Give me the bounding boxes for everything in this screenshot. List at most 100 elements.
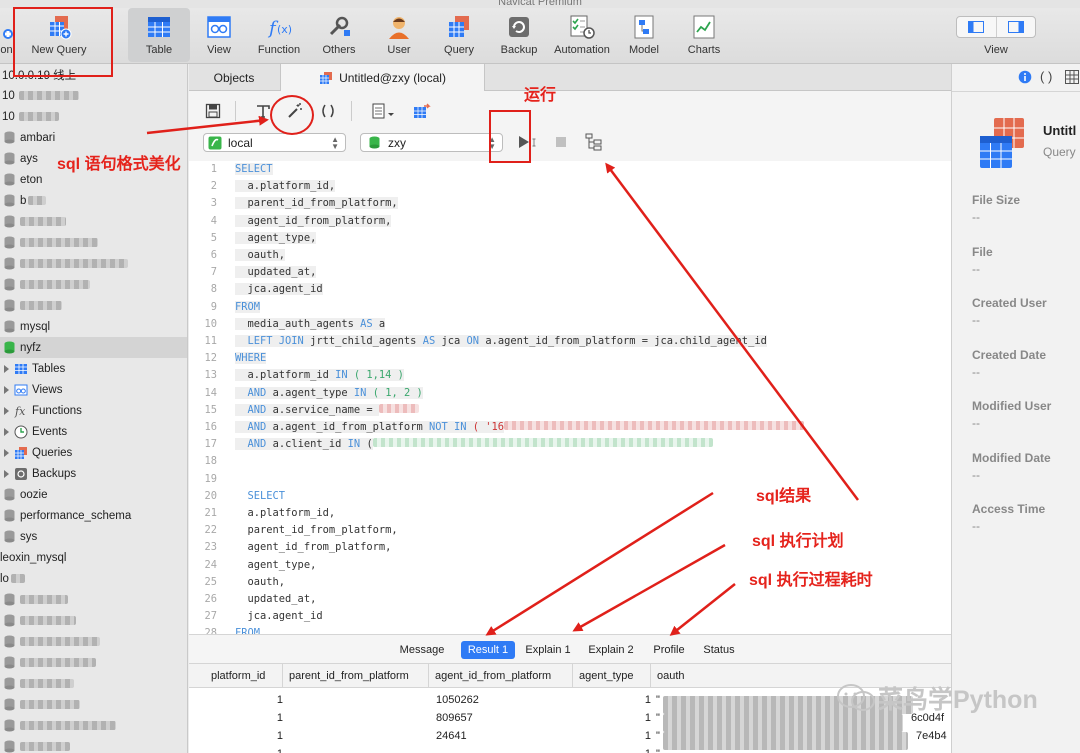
toolbar-backup-button[interactable]: Backup xyxy=(488,12,550,62)
tab-explain-2[interactable]: Explain 2 xyxy=(586,641,636,659)
code-line: 5 agent_type, xyxy=(189,230,951,247)
toolbar-query-button[interactable]: Query xyxy=(428,12,490,62)
toggle-sidebar-left-button[interactable] xyxy=(957,17,997,37)
sql-text: a.agent_id_from_platform = jca.child_age… xyxy=(485,335,767,347)
tree-item-events[interactable]: Events xyxy=(0,421,187,442)
database-item[interactable] xyxy=(0,715,187,736)
toolbar-function-button[interactable]: f (x) Function xyxy=(248,12,310,62)
sql-keyword: SELECT xyxy=(247,489,286,502)
disclosure-triangle-icon[interactable] xyxy=(4,385,9,394)
snippet-menu-button[interactable] xyxy=(369,100,399,122)
connection-item[interactable]: 10 xyxy=(0,106,187,127)
database-item[interactable]: ambari xyxy=(0,127,187,148)
disclosure-triangle-icon[interactable] xyxy=(4,469,9,478)
table-row[interactable]: 1 24641 1 " 7e4b4 xyxy=(189,727,951,750)
tab-explain-1[interactable]: Explain 1 xyxy=(523,641,573,659)
tree-item-functions[interactable]: fx Functions xyxy=(0,400,187,421)
parentheses-button[interactable] xyxy=(317,100,339,122)
code-line: 3 parent_id_from_platform, xyxy=(189,195,951,212)
code-line: 14 AND a.agent_type IN ( 1, 2 ) xyxy=(189,385,951,402)
sql-editor[interactable]: 1 SELECT 2 a.platform_id, 3 parent_id_fro… xyxy=(189,161,951,634)
tree-item-queries[interactable]: Queries xyxy=(0,442,187,463)
info-object-type: Query xyxy=(1043,145,1076,159)
connection-item[interactable]: lo xyxy=(0,568,187,589)
redacted-text xyxy=(20,301,62,310)
tab-query[interactable]: Untitled@zxy (local) xyxy=(280,64,485,91)
database-item[interactable] xyxy=(0,274,187,295)
stop-button[interactable] xyxy=(550,131,572,153)
tab-profile[interactable]: Profile xyxy=(648,641,690,659)
table-row[interactable]: 1 1 " xyxy=(189,745,951,753)
connection-icon xyxy=(3,29,13,39)
database-item[interactable] xyxy=(0,295,187,316)
sql-text: a.agent_type xyxy=(272,386,348,399)
redacted-text xyxy=(28,196,47,205)
tree-item-backups[interactable]: Backups xyxy=(0,463,187,484)
database-item[interactable] xyxy=(0,652,187,673)
database-item[interactable]: sys xyxy=(0,526,187,547)
database-icon xyxy=(4,614,15,627)
database-item[interactable]: oozie xyxy=(0,484,187,505)
disclosure-triangle-icon[interactable] xyxy=(4,364,9,373)
ddl-icon[interactable]: ( ) xyxy=(1040,69,1052,84)
line-number: 4 xyxy=(210,214,217,227)
toolbar-model-button[interactable]: Model xyxy=(613,12,675,62)
functions-icon: fx xyxy=(14,405,26,418)
redacted-text xyxy=(20,595,68,604)
connection-label: leoxin_mysql xyxy=(0,551,67,564)
database-item[interactable] xyxy=(0,610,187,631)
toolbar-user-button[interactable]: User xyxy=(368,12,430,62)
connection-item[interactable]: leoxin_mysql xyxy=(0,547,187,568)
export-button[interactable] xyxy=(411,100,433,122)
tab-result-1[interactable]: Result 1 xyxy=(461,641,515,659)
tab-status[interactable]: Status xyxy=(700,641,738,659)
disclosure-triangle-icon[interactable] xyxy=(4,427,9,436)
database-item[interactable]: mysql xyxy=(0,316,187,337)
column-header[interactable]: parent_id_from_platform xyxy=(283,664,429,688)
database-item[interactable] xyxy=(0,211,187,232)
toolbar-view-button[interactable]: View xyxy=(188,12,250,62)
database-item[interactable] xyxy=(0,673,187,694)
database-item[interactable]: b xyxy=(0,190,187,211)
sql-keyword: LEFT JOIN xyxy=(247,335,304,347)
database-icon xyxy=(4,194,15,207)
info-icon[interactable] xyxy=(1018,70,1032,84)
save-button[interactable] xyxy=(202,100,224,122)
disclosure-triangle-icon[interactable] xyxy=(4,448,9,457)
tree-item-tables[interactable]: Tables xyxy=(0,358,187,379)
database-icon xyxy=(4,215,15,228)
tab-message[interactable]: Message xyxy=(397,641,447,659)
grid-icon[interactable] xyxy=(1065,70,1079,84)
database-item[interactable] xyxy=(0,631,187,652)
toolbar-table-button[interactable]: Table xyxy=(128,8,190,62)
line-number: 24 xyxy=(204,558,217,571)
database-item[interactable] xyxy=(0,736,187,753)
toggle-sidebar-right-button[interactable] xyxy=(997,17,1036,37)
connection-label: lo xyxy=(0,572,9,585)
database-item-selected[interactable]: nyfz xyxy=(0,337,187,358)
toolbar-automation-button[interactable]: Automation xyxy=(551,12,613,62)
tree-item-label: Queries xyxy=(32,446,73,459)
toolbar-charts-button[interactable]: Charts xyxy=(673,12,735,62)
column-header[interactable]: agent_id_from_platform xyxy=(429,664,573,688)
database-item[interactable] xyxy=(0,589,187,610)
column-header[interactable]: agent_type xyxy=(573,664,651,688)
database-item[interactable] xyxy=(0,694,187,715)
database-item[interactable] xyxy=(0,232,187,253)
tab-objects[interactable]: Objects xyxy=(189,64,279,91)
column-header[interactable]: platform_id xyxy=(205,664,283,688)
database-item[interactable]: performance_schema xyxy=(0,505,187,526)
database-item[interactable] xyxy=(0,253,187,274)
tree-item-views[interactable]: Views xyxy=(0,379,187,400)
explain-button[interactable] xyxy=(583,131,605,153)
disclosure-triangle-icon[interactable] xyxy=(4,406,9,415)
code-line: 16 AND a.agent_id_from_platform NOT IN (… xyxy=(189,419,951,436)
toolbar-others-button[interactable]: Others xyxy=(308,12,370,62)
cell-oauth: " xyxy=(656,694,660,706)
connection-select[interactable]: local ▲ ▼ xyxy=(203,133,346,152)
connection-item[interactable]: 10 xyxy=(0,85,187,106)
connection-label: 10 xyxy=(2,89,15,102)
tables-icon xyxy=(15,363,27,374)
database-icon xyxy=(4,509,15,522)
database-select[interactable]: zxy ▲ ▼ xyxy=(360,133,503,152)
